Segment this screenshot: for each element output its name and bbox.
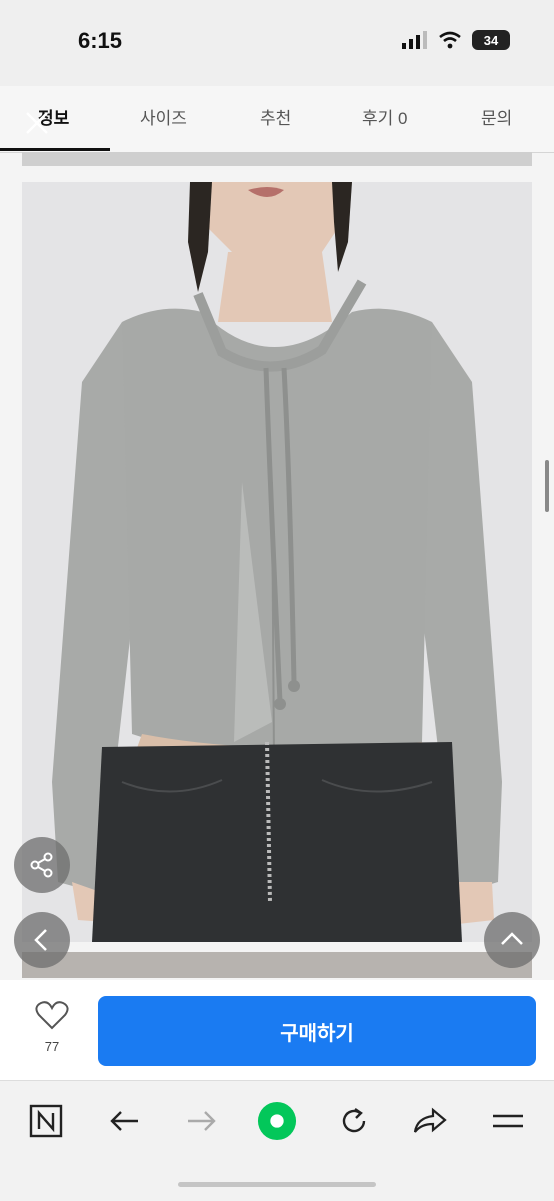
purchase-bar: 77 구매하기 bbox=[0, 980, 554, 1080]
image-top-edge bbox=[22, 152, 532, 166]
cellular-signal-icon bbox=[402, 31, 427, 49]
product-illustration bbox=[52, 182, 502, 942]
product-photo bbox=[22, 182, 532, 942]
forward-arrow-icon[interactable] bbox=[182, 1101, 222, 1141]
battery-level: 34 bbox=[483, 32, 499, 48]
naver-green-dot-icon[interactable] bbox=[257, 1101, 297, 1141]
share-nodes-icon bbox=[30, 852, 53, 878]
status-bar: 6:15 34 bbox=[0, 0, 554, 86]
share-button[interactable] bbox=[14, 837, 70, 893]
naver-n-icon[interactable] bbox=[26, 1101, 66, 1141]
status-icons: 34 bbox=[402, 30, 510, 50]
heart-icon bbox=[35, 1001, 69, 1030]
next-image-peek bbox=[22, 952, 532, 978]
share-icon[interactable] bbox=[410, 1101, 450, 1141]
buy-button[interactable]: 구매하기 bbox=[98, 996, 536, 1066]
scroll-to-top-button[interactable] bbox=[484, 912, 540, 968]
tab-bar: 정보 사이즈 추천 후기 0 문의 bbox=[0, 86, 554, 153]
home-indicator bbox=[178, 1182, 376, 1187]
back-arrow-icon[interactable] bbox=[104, 1101, 144, 1141]
refresh-icon[interactable] bbox=[334, 1101, 374, 1141]
tab-reviews[interactable]: 후기 0 bbox=[362, 104, 407, 129]
like-button[interactable]: 77 bbox=[20, 1000, 84, 1054]
tab-inquiry[interactable]: 문의 bbox=[481, 104, 512, 129]
chevron-left-icon bbox=[34, 929, 47, 951]
previous-image-button[interactable] bbox=[14, 912, 70, 968]
tab-recommend[interactable]: 추천 bbox=[260, 104, 291, 129]
active-tab-indicator bbox=[0, 148, 110, 151]
battery-icon: 34 bbox=[472, 30, 510, 50]
chevron-up-icon bbox=[501, 932, 523, 945]
tab-size[interactable]: 사이즈 bbox=[140, 104, 187, 129]
wifi-icon bbox=[439, 31, 461, 49]
menu-icon[interactable] bbox=[488, 1101, 528, 1141]
close-icon[interactable] bbox=[24, 110, 50, 136]
page-scrollbar[interactable] bbox=[545, 460, 549, 512]
status-time: 6:15 bbox=[78, 28, 123, 53]
like-count: 77 bbox=[44, 1039, 60, 1054]
